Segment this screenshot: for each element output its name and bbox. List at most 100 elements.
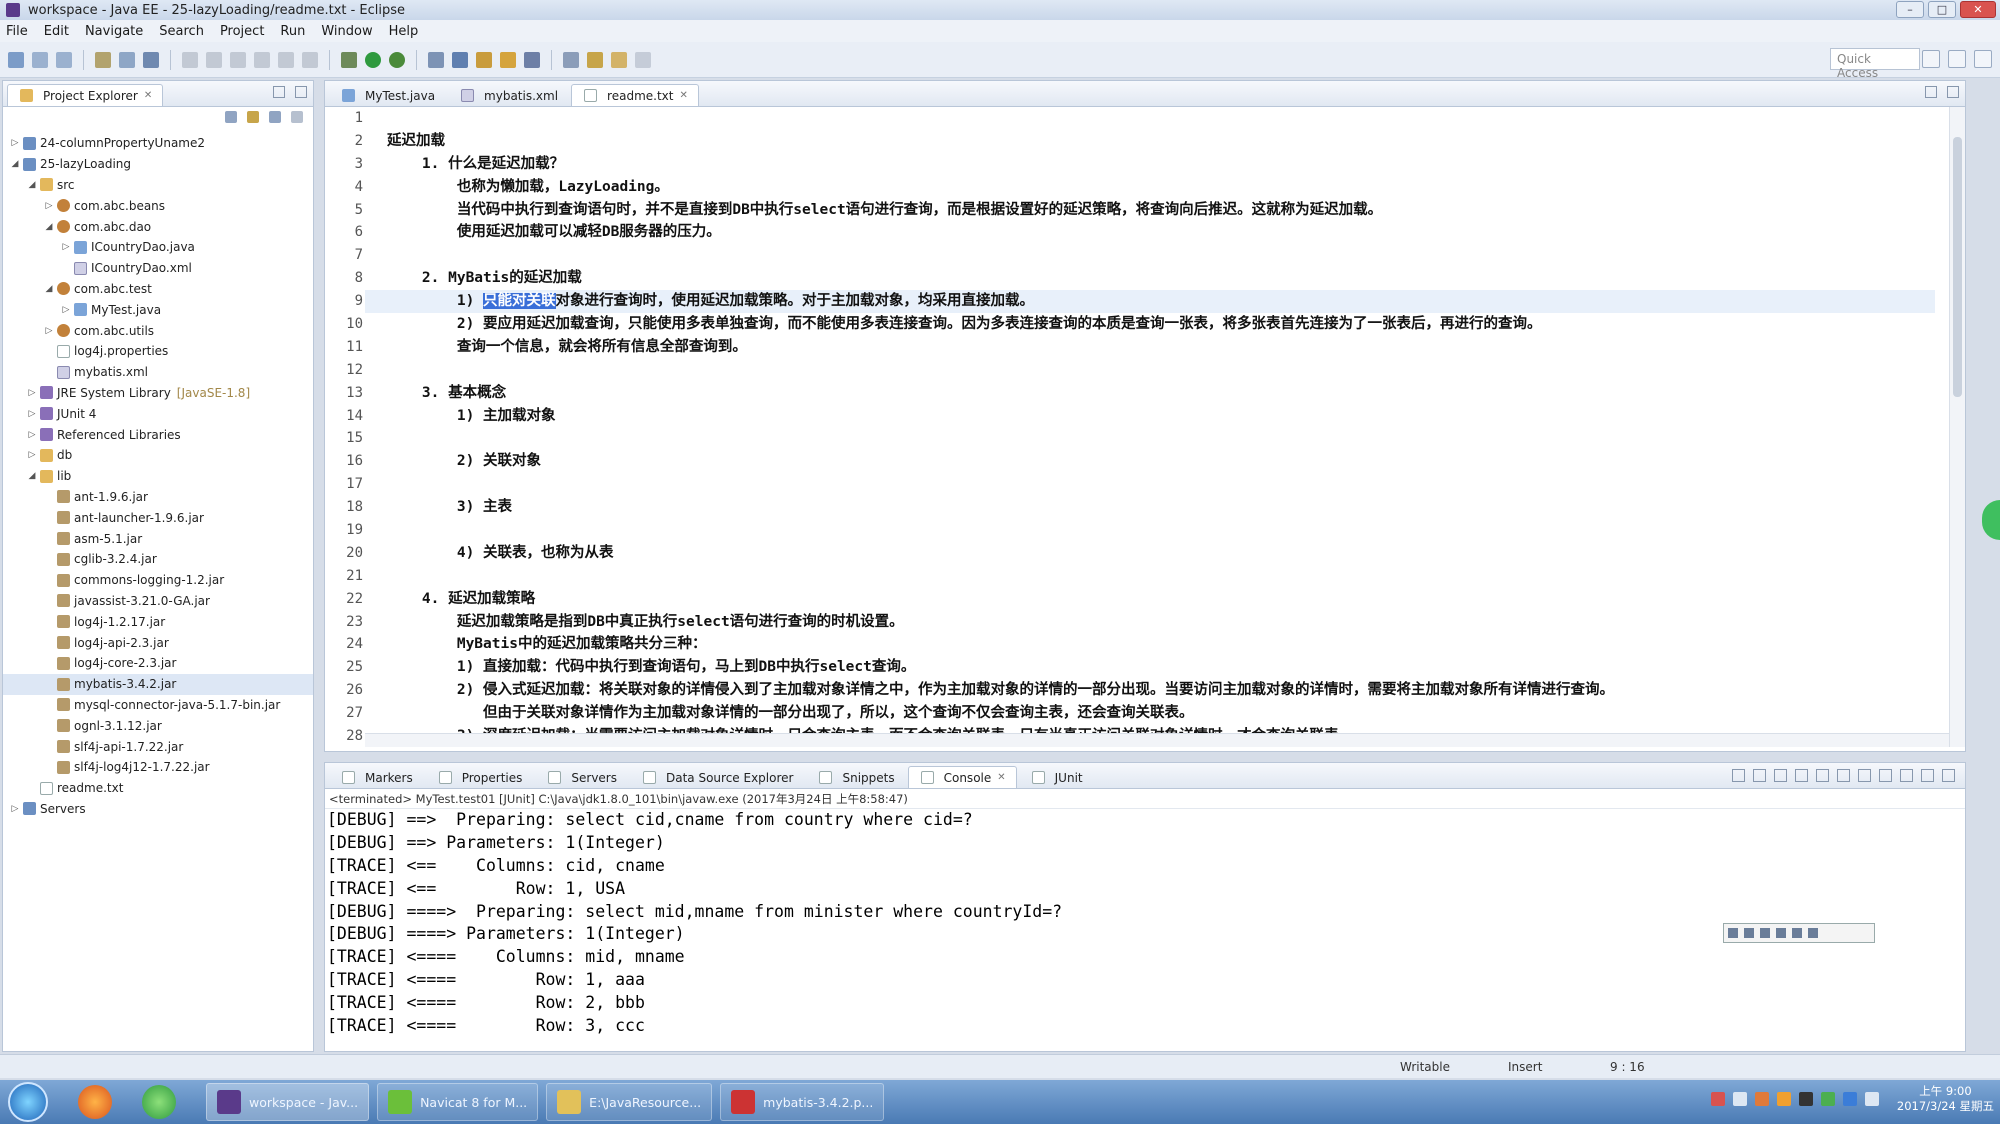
ime-icon[interactable] — [1760, 928, 1770, 938]
close-icon[interactable]: ✕ — [679, 90, 687, 101]
collapsed-arrow-icon[interactable]: ▷ — [60, 242, 72, 252]
editor-vertical-scrollbar[interactable] — [1949, 107, 1965, 747]
annotation-next-icon[interactable] — [563, 51, 579, 68]
editor-tab[interactable]: readme.txt ✕ — [571, 84, 699, 106]
collapsed-arrow-icon[interactable]: ▷ — [60, 305, 72, 315]
step-into-icon[interactable] — [278, 51, 294, 68]
tree-item[interactable]: ▷ MyTest.java — [3, 299, 313, 320]
tray-icon[interactable] — [1776, 1092, 1791, 1106]
new-class-icon[interactable] — [476, 51, 492, 68]
last-edit-icon[interactable] — [587, 51, 603, 68]
collapsed-arrow-icon[interactable]: ▷ — [43, 201, 55, 211]
tree-item[interactable]: asm-5.1.jar — [3, 528, 313, 549]
collapsed-arrow-icon[interactable]: ▷ — [43, 326, 55, 336]
tree-item[interactable]: slf4j-api-1.7.22.jar — [3, 736, 313, 757]
collapse-all-icon[interactable] — [225, 111, 237, 123]
start-button[interactable] — [8, 1082, 48, 1122]
tree-item[interactable]: ant-1.9.6.jar — [3, 487, 313, 508]
tree-item[interactable]: mybatis-3.4.2.jar — [3, 673, 313, 695]
expanded-arrow-icon[interactable]: ◢ — [43, 222, 55, 232]
display-selected-console-icon[interactable] — [1879, 769, 1892, 782]
menu-project[interactable]: Project — [220, 24, 264, 39]
ime-icon[interactable] — [1776, 928, 1786, 938]
tree-item[interactable]: ◢ src — [3, 175, 313, 196]
tree-item[interactable]: ▷ ICountryDao.java — [3, 237, 313, 258]
editor-tab[interactable]: MyTest.java — [329, 84, 446, 106]
tree-item[interactable]: ognl-3.1.12.jar — [3, 715, 313, 736]
tree-item[interactable]: ▷ JRE System Library [JavaSE-1.8] — [3, 383, 313, 404]
tree-item[interactable]: javassist-3.21.0-GA.jar — [3, 591, 313, 612]
volume-icon[interactable] — [1864, 1092, 1879, 1106]
ime-toolbar[interactable] — [1723, 923, 1875, 943]
menu-search[interactable]: Search — [159, 24, 204, 39]
minimize-view-icon[interactable] — [273, 86, 285, 98]
tray-icon[interactable] — [1798, 1092, 1813, 1106]
collapsed-arrow-icon[interactable]: ▷ — [26, 388, 38, 398]
skip-breakpoints-icon[interactable] — [182, 51, 198, 68]
run-external-tool-icon[interactable] — [389, 51, 405, 68]
maximize-view-icon[interactable] — [295, 86, 307, 98]
tree-item[interactable]: log4j.properties — [3, 341, 313, 362]
java-ee-perspective-icon[interactable] — [1948, 50, 1966, 68]
expanded-arrow-icon[interactable]: ◢ — [26, 180, 38, 190]
collapsed-arrow-icon[interactable]: ▷ — [26, 409, 38, 419]
java-perspective-icon[interactable] — [1974, 50, 1992, 68]
ime-icon[interactable] — [1808, 928, 1818, 938]
tree-item[interactable]: log4j-api-2.3.jar — [3, 632, 313, 653]
debug-icon[interactable] — [341, 51, 357, 68]
ime-icon[interactable] — [1744, 928, 1754, 938]
terminate-icon[interactable] — [1732, 769, 1745, 782]
tree-item[interactable]: ▷ 24-columnPropertyUname2 — [3, 133, 313, 154]
tree-item[interactable]: ◢ lib — [3, 466, 313, 487]
maximize-button[interactable]: □ — [1928, 1, 1956, 18]
collapsed-arrow-icon[interactable]: ▷ — [9, 804, 21, 814]
search-icon[interactable] — [524, 51, 540, 68]
tab-snippets[interactable]: Snippets — [806, 766, 905, 788]
server-icon[interactable] — [143, 51, 159, 68]
minimize-button[interactable]: – — [1896, 1, 1924, 18]
ime-icon[interactable] — [1792, 928, 1802, 938]
tree-item[interactable]: ▷ JUnit 4 — [3, 403, 313, 424]
clear-console-icon[interactable] — [1795, 769, 1808, 782]
collapsed-arrow-icon[interactable]: ▷ — [26, 450, 38, 460]
pin-console-icon[interactable] — [1858, 769, 1871, 782]
taskbar-clock[interactable]: 上午 9:00 2017/3/24 星期五 — [1897, 1084, 1994, 1114]
close-icon[interactable]: ✕ — [144, 90, 152, 101]
maximize-view-icon[interactable] — [1942, 769, 1955, 782]
remove-all-terminated-icon[interactable] — [1774, 769, 1787, 782]
expanded-arrow-icon[interactable]: ◢ — [26, 471, 38, 481]
tree-item[interactable]: slf4j-log4j12-1.7.22.jar — [3, 757, 313, 778]
taskbar-app-button[interactable]: Navicat 8 for M... — [377, 1083, 539, 1121]
tree-item[interactable]: ▷ com.abc.utils — [3, 320, 313, 341]
new-icon[interactable] — [8, 51, 24, 68]
tree-item[interactable]: log4j-core-2.3.jar — [3, 653, 313, 674]
taskbar-app-button[interactable]: workspace - Jav... — [206, 1083, 370, 1121]
resume-icon[interactable] — [206, 51, 222, 68]
close-button[interactable]: ✕ — [1960, 1, 1996, 18]
minimize-view-icon[interactable] — [1921, 769, 1934, 782]
new-java-project-icon[interactable] — [428, 51, 444, 68]
menu-window[interactable]: Window — [321, 24, 372, 39]
menu-edit[interactable]: Edit — [44, 24, 69, 39]
run-icon[interactable] — [365, 51, 381, 68]
forward-icon[interactable] — [635, 51, 651, 68]
tray-icon[interactable] — [1754, 1092, 1769, 1106]
remove-launch-icon[interactable] — [1753, 769, 1766, 782]
expanded-arrow-icon[interactable]: ◢ — [9, 159, 21, 169]
tab-junit[interactable]: JUnit — [1019, 766, 1094, 788]
tree-item[interactable]: ▷ Referenced Libraries — [3, 424, 313, 445]
step-over-icon[interactable] — [302, 51, 318, 68]
tree-item[interactable]: mysql-connector-java-5.1.7-bin.jar — [3, 695, 313, 716]
tray-icon[interactable] — [1710, 1092, 1725, 1106]
text-editor[interactable]: 1 2 3 4 5 6 7 8 9 10 11 12 13 14 15 16 17 18 19 20 21 22 23 24 2… — [325, 107, 1965, 747]
minimize-view-icon[interactable] — [1925, 86, 1937, 98]
scroll-lock-icon[interactable] — [1816, 769, 1829, 782]
terminate-icon[interactable] — [254, 51, 270, 68]
editor-tab[interactable]: mybatis.xml — [448, 84, 569, 106]
back-icon[interactable] — [611, 51, 627, 68]
tree-item[interactable]: ICountryDao.xml — [3, 258, 313, 279]
view-menu-icon[interactable] — [291, 111, 303, 123]
taskbar-app-button[interactable]: E:\JavaResource... — [546, 1083, 713, 1121]
network-icon[interactable] — [1842, 1092, 1857, 1106]
tab-project-explorer[interactable]: Project Explorer ✕ — [7, 84, 164, 106]
